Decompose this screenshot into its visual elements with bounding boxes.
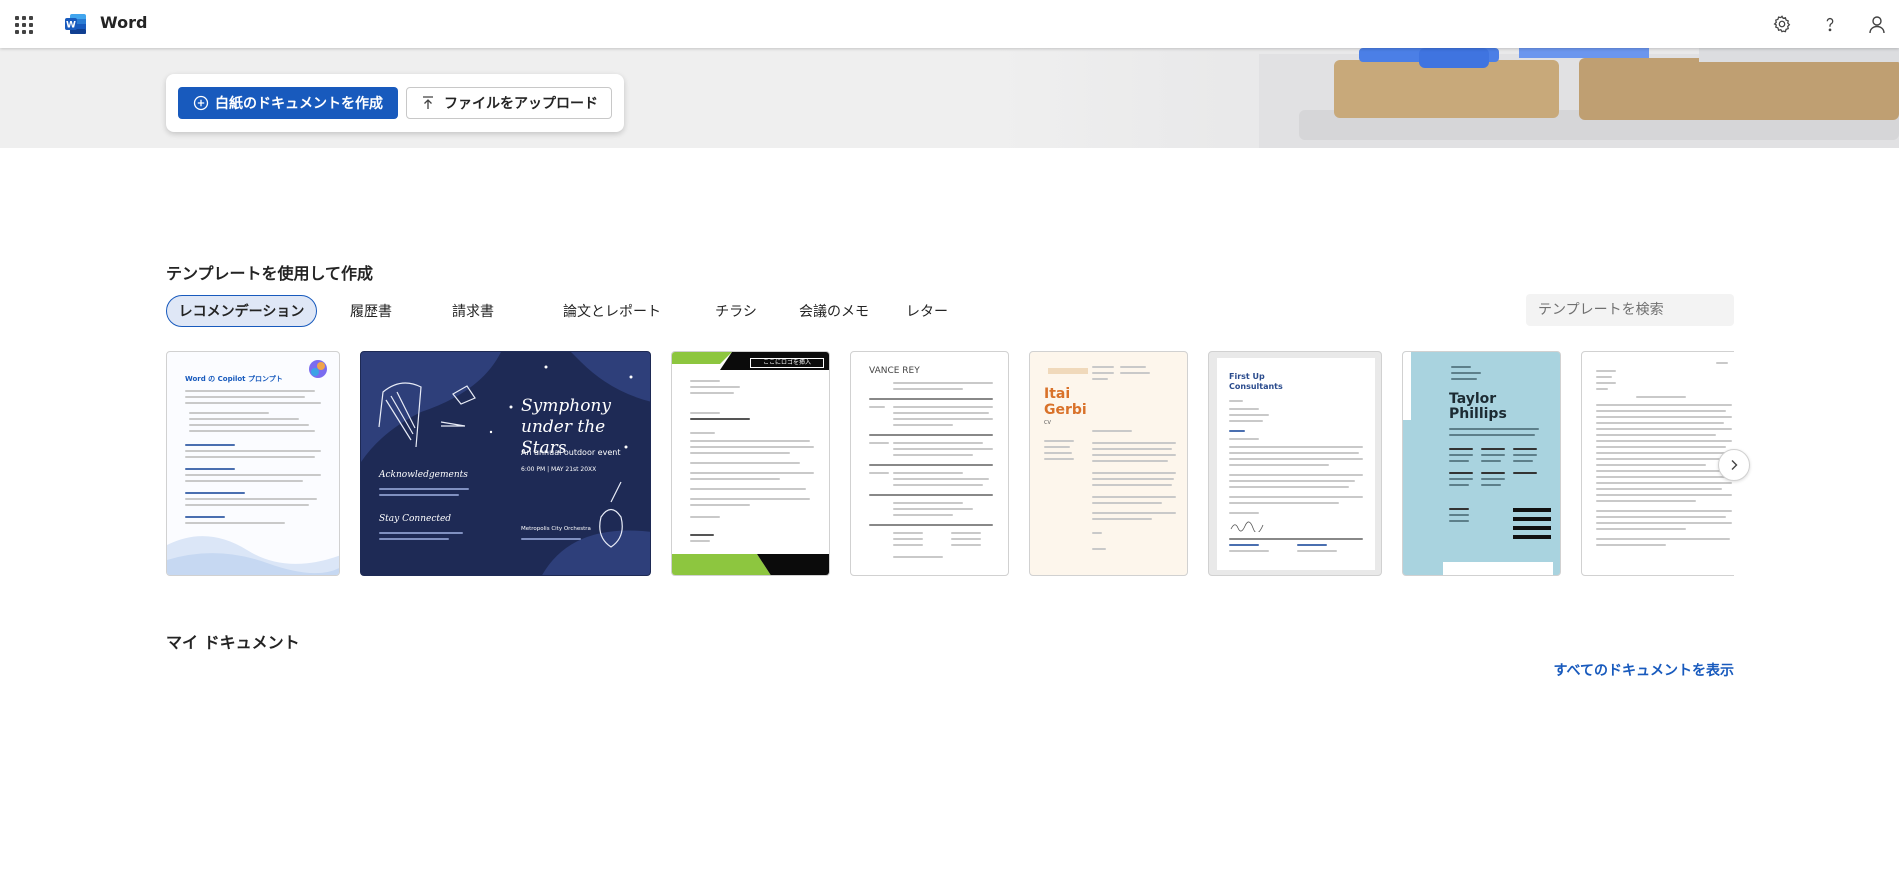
template-card[interactable]: Word の Copilot プロンプト: [166, 351, 340, 576]
settings-icon[interactable]: [1770, 12, 1794, 36]
new-blank-document-label: 白紙のドキュメントを作成: [215, 96, 383, 112]
quick-actions-card: 白紙のドキュメントを作成 ファイルをアップロード: [166, 74, 624, 132]
upload-file-label: ファイルをアップロード: [444, 96, 598, 112]
hero-illustration: [999, 48, 1899, 148]
template-title: Word の Copilot プロンプト: [185, 375, 283, 383]
template-title: First Up Consultants: [1229, 372, 1283, 391]
template-card[interactable]: [1581, 351, 1734, 576]
my-documents-title: マイ ドキュメント: [166, 633, 300, 652]
tab-resume[interactable]: 履歴書: [336, 295, 406, 327]
help-icon[interactable]: [1818, 12, 1842, 36]
template-title: Taylor Phillips: [1449, 391, 1507, 422]
flyer-stay-heading: Stay Connected: [379, 514, 452, 524]
template-card[interactable]: Taylor Phillips: [1402, 351, 1561, 576]
logo-placeholder: ここにロゴを挿入: [750, 358, 824, 368]
tab-flyers[interactable]: チラシ: [686, 295, 786, 327]
signature-icon: [1230, 521, 1264, 532]
decorative-wave: [167, 536, 339, 575]
tab-recommendations[interactable]: レコメンデーション: [166, 295, 317, 327]
app-name: Word: [100, 13, 148, 32]
template-search-input[interactable]: [1526, 294, 1734, 326]
app-launcher-icon[interactable]: [12, 12, 36, 36]
tab-papers-reports[interactable]: 論文とレポート: [542, 295, 682, 327]
flyer-subtitle: An annual outdoor event: [521, 448, 621, 457]
template-title: Itai Gerbi: [1044, 386, 1087, 418]
plus-circle-icon: [193, 95, 209, 111]
template-gallery: Word の Copilot プロンプト Symphony under the …: [166, 351, 1734, 577]
upload-file-button[interactable]: ファイルをアップロード: [406, 87, 612, 119]
template-card[interactable]: First Up Consultants: [1208, 351, 1382, 576]
copilot-icon: [309, 360, 327, 378]
template-title: VANCE REY: [869, 366, 920, 376]
tab-meeting-notes[interactable]: 会議のメモ: [779, 295, 889, 327]
template-card[interactable]: Itai Gerbi CV: [1029, 351, 1188, 576]
svg-text:W: W: [66, 21, 76, 31]
template-card[interactable]: VANCE REY: [850, 351, 1009, 576]
flyer-decoration: [361, 352, 650, 575]
tab-letters[interactable]: レター: [887, 295, 967, 327]
tab-invoice[interactable]: 請求書: [443, 295, 503, 327]
word-logo-icon: W: [64, 12, 88, 36]
templates-section-title: テンプレートを使用して作成: [166, 264, 374, 283]
template-card[interactable]: Symphony under the Stars An annual outdo…: [360, 351, 651, 576]
account-icon[interactable]: [1865, 12, 1889, 36]
gallery-next-button[interactable]: [1718, 449, 1750, 481]
template-card[interactable]: ここにロゴを挿入: [671, 351, 830, 576]
chevron-right-icon: [1731, 460, 1738, 470]
template-subtitle: CV: [1044, 420, 1051, 426]
flyer-date: 6:00 PM | MAY 21st 20XX: [521, 466, 597, 473]
new-blank-document-button[interactable]: 白紙のドキュメントを作成: [178, 87, 398, 119]
flyer-ack-heading: Acknowledgements: [379, 470, 468, 480]
top-bar: W Word: [0, 0, 1899, 48]
show-all-documents-link[interactable]: すべてのドキュメントを表示: [1554, 660, 1734, 680]
upload-icon: [423, 96, 433, 109]
flyer-org: Metropolis City Orchestra: [521, 526, 591, 532]
